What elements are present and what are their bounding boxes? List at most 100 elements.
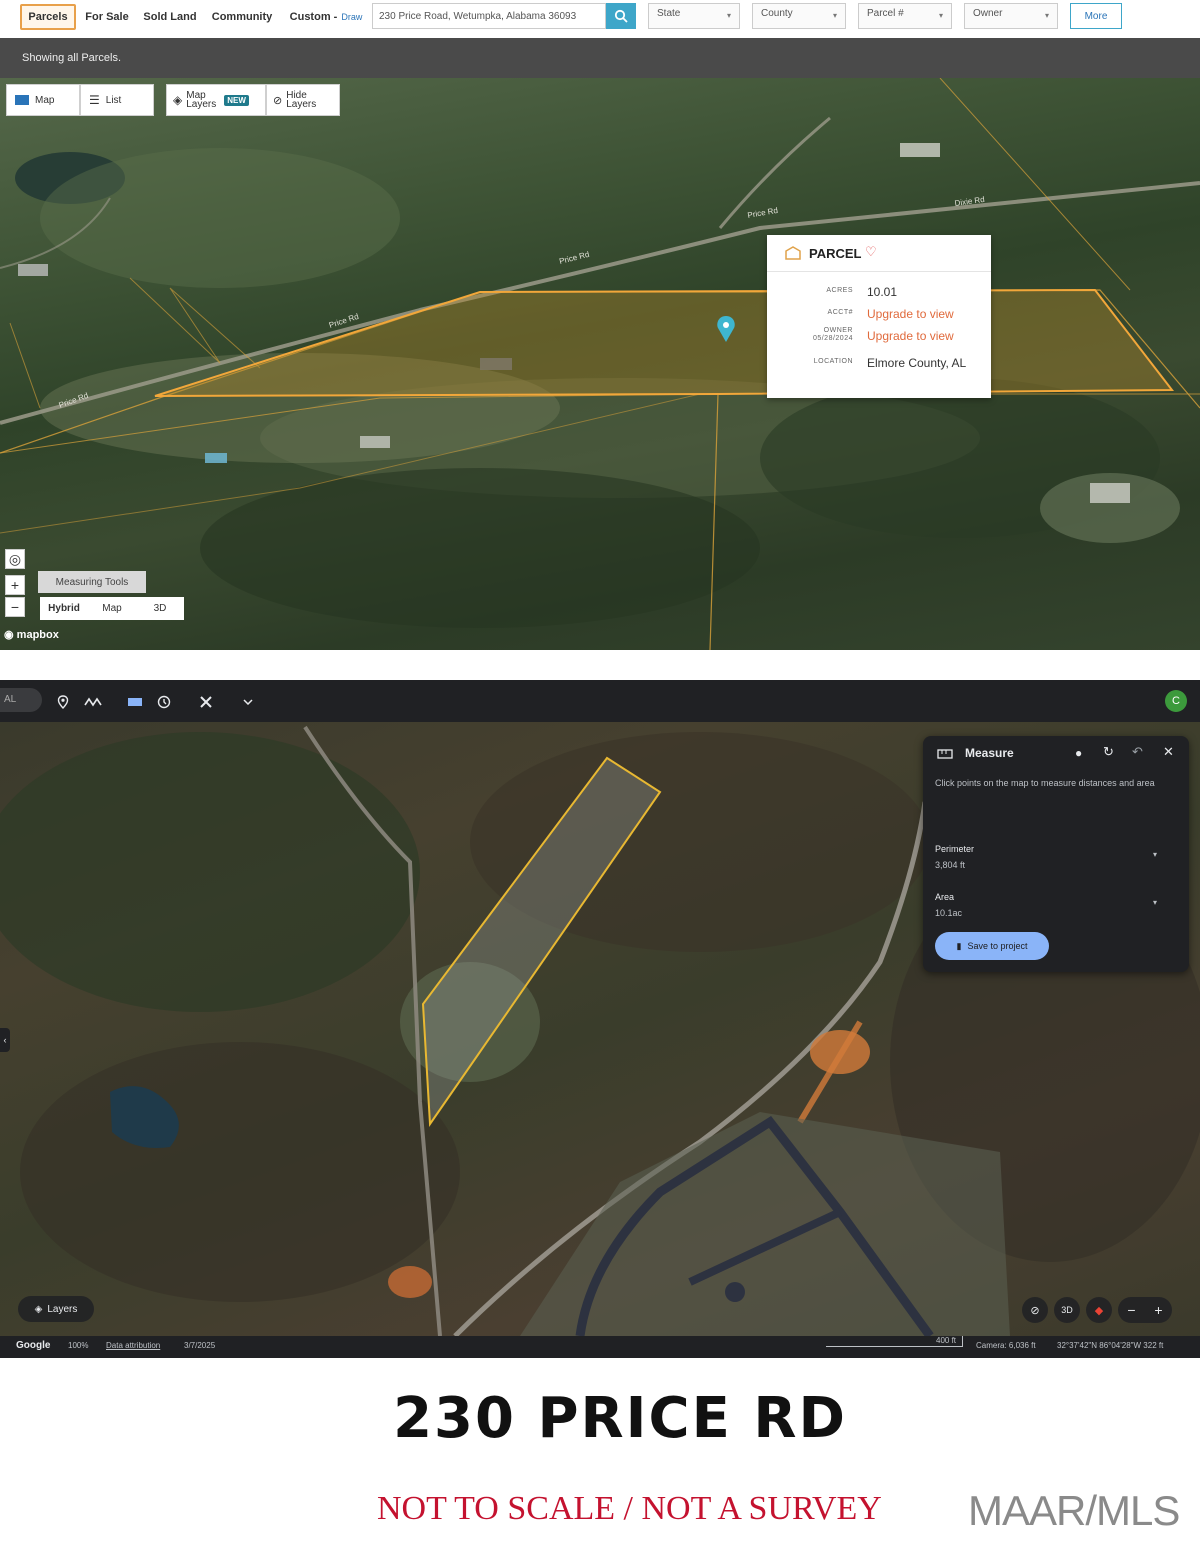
locate-icon[interactable]: ◎ <box>5 549 25 569</box>
owner-select[interactable]: Owner ▾ <box>964 3 1058 29</box>
layers-icon: ◈ <box>173 93 183 107</box>
tab-label: Community <box>211 11 273 23</box>
perimeter-unit-dropdown[interactable]: ▾ <box>1153 850 1157 859</box>
more-button[interactable]: More <box>1070 3 1122 29</box>
data-attribution-link[interactable]: Data attribution <box>106 1341 160 1350</box>
help-icon[interactable]: ● <box>1075 746 1082 760</box>
popup-header: PARCEL ♡ <box>767 235 991 272</box>
map-icon <box>15 95 29 105</box>
tab-label: For Sale <box>85 11 129 23</box>
county-select[interactable]: County ▾ <box>752 3 846 29</box>
popup-row-owner: OWNER 05/28/2024 Upgrade to view <box>767 326 991 346</box>
chevron-down-icon: ▾ <box>938 11 943 20</box>
earth-search-box[interactable]: AL <box>0 688 42 712</box>
cursor-coordinates: 32°37'42"N 86°04'28"W 322 ft <box>1057 1341 1164 1350</box>
tab-community[interactable]: Community <box>206 4 278 30</box>
popup-key: ACCT# <box>827 309 853 316</box>
layers-label: Layers <box>47 1303 78 1315</box>
parcel-number-select[interactable]: Parcel # ▾ <box>858 3 952 29</box>
mode-hybrid[interactable]: Hybrid <box>40 597 88 620</box>
earth-view-controls: ⊘ 3D ◆ − + <box>1022 1296 1192 1324</box>
upgrade-link[interactable]: Upgrade to view <box>867 307 954 321</box>
address-search-input[interactable] <box>372 3 606 29</box>
list-view-button[interactable]: ☰ List <box>80 84 154 116</box>
earth-toolbar: AL C <box>0 680 1200 722</box>
scale-label: 400 ft <box>936 1336 957 1345</box>
projects-icon[interactable] <box>196 692 216 712</box>
favorite-heart-icon[interactable]: ♡ <box>865 244 877 260</box>
tab-sublabel: Draw <box>341 12 363 22</box>
area-label: Area <box>935 892 955 902</box>
undo-icon[interactable]: ↶ <box>1132 744 1143 760</box>
tab-label: Custom - <box>289 11 338 23</box>
state-select-value: State <box>657 8 681 19</box>
mls-source: MAAR/MLS <box>968 1487 1180 1534</box>
property-title: 230 PRICE RD <box>393 1386 847 1451</box>
close-icon[interactable]: ✕ <box>1163 744 1174 760</box>
owner-select-value: Owner <box>973 8 1003 19</box>
road-label: Price Rd <box>558 250 590 266</box>
earth-footer: Google 100% Data attribution 3/7/2025 40… <box>0 1336 1200 1358</box>
ruler-icon[interactable] <box>125 692 145 712</box>
google-logo: Google <box>16 1340 51 1351</box>
mapbox-wordmark: mapbox <box>16 629 59 641</box>
popup-value: 10.01 <box>867 285 898 299</box>
save-to-project-button[interactable]: ▮ Save to project <box>935 932 1049 960</box>
zoom-controls: − + <box>1118 1297 1172 1323</box>
avatar[interactable]: C <box>1165 690 1187 712</box>
parcel-app: Parcels For Sale Sold Land Community Cus… <box>0 0 1200 650</box>
collapse-left-icon[interactable]: ‹ <box>0 1028 10 1052</box>
search-button[interactable] <box>606 3 636 29</box>
map-view-button[interactable]: Map <box>6 84 80 116</box>
chevron-down-icon: ▾ <box>1044 11 1049 20</box>
area-value: 10.1ac <box>935 908 963 918</box>
tab-label: Sold Land <box>143 11 197 23</box>
zoom-in-button[interactable]: + <box>1154 1302 1162 1318</box>
status-bar: Showing all Parcels. <box>0 38 1200 78</box>
history-icon[interactable] <box>154 692 174 712</box>
earth-map-view[interactable]: Measure ● ↻ ↶ ✕ Click points on the map … <box>0 722 1200 1336</box>
county-select-value: County <box>761 8 793 19</box>
tab-sold-land[interactable]: Sold Land <box>138 4 202 30</box>
popup-row-account: ACCT# Upgrade to view <box>767 304 991 324</box>
tab-parcels[interactable]: Parcels <box>20 4 76 30</box>
path-icon[interactable] <box>83 692 103 712</box>
chevron-down-icon[interactable] <box>238 692 258 712</box>
camera-altitude: Camera: 6,036 ft <box>976 1341 1036 1350</box>
tab-custom-draw[interactable]: Custom - Draw <box>282 4 370 30</box>
pegman-icon[interactable]: ◆ <box>1086 1297 1112 1323</box>
zoom-out-button[interactable]: − <box>5 597 25 617</box>
list-icon: ☰ <box>89 93 100 107</box>
zoom-out-button[interactable]: − <box>1127 1302 1135 1318</box>
place-pin-icon[interactable] <box>53 692 73 712</box>
map-mode-switch: Hybrid Map 3D <box>40 597 184 620</box>
zoom-in-button[interactable]: + <box>5 575 25 595</box>
toggle-3d-button[interactable]: 3D <box>1054 1297 1080 1323</box>
tab-for-sale[interactable]: For Sale <box>80 4 134 30</box>
perimeter-value: 3,804 ft <box>935 860 966 870</box>
measuring-tools-button[interactable]: Measuring Tools <box>38 571 146 593</box>
map-layers-button[interactable]: ◈ Map Layers NEW <box>166 84 266 116</box>
mode-3d[interactable]: 3D <box>136 597 184 620</box>
state-select[interactable]: State ▾ <box>648 3 740 29</box>
mapbox-logo: ◉ mapbox <box>4 628 59 641</box>
parcel-toolbar: Parcels For Sale Sold Land Community Cus… <box>0 0 1200 39</box>
map-layers-label: Map Layers <box>186 90 217 110</box>
mode-map[interactable]: Map <box>88 597 136 620</box>
hide-layers-label: Hide Layers <box>286 90 317 110</box>
road-label: Price Rd <box>747 206 779 220</box>
bookmark-icon: ▮ <box>956 940 962 951</box>
compass-icon[interactable]: ⊘ <box>1022 1297 1048 1323</box>
upgrade-link[interactable]: Upgrade to view <box>867 329 954 343</box>
refresh-icon[interactable]: ↻ <box>1103 744 1114 760</box>
earth-search-text: AL <box>4 694 17 705</box>
area-unit-dropdown[interactable]: ▾ <box>1153 898 1157 907</box>
list-view-label: List <box>105 94 122 106</box>
disclaimer-text: NOT TO SCALE / NOT A SURVEY <box>377 1490 882 1527</box>
popup-key: LOCATION <box>813 358 853 365</box>
parcel-map-3d[interactable]: Price Rd Price Rd Price Rd Price Rd Dixi… <box>0 78 1200 650</box>
layers-button[interactable]: ◈ Layers <box>18 1296 94 1322</box>
selected-parcel-outline[interactable] <box>154 288 1175 397</box>
hide-layers-button[interactable]: ⊘ Hide Layers <box>266 84 340 116</box>
popup-row-acres: ACRES 10.01 <box>767 282 991 302</box>
